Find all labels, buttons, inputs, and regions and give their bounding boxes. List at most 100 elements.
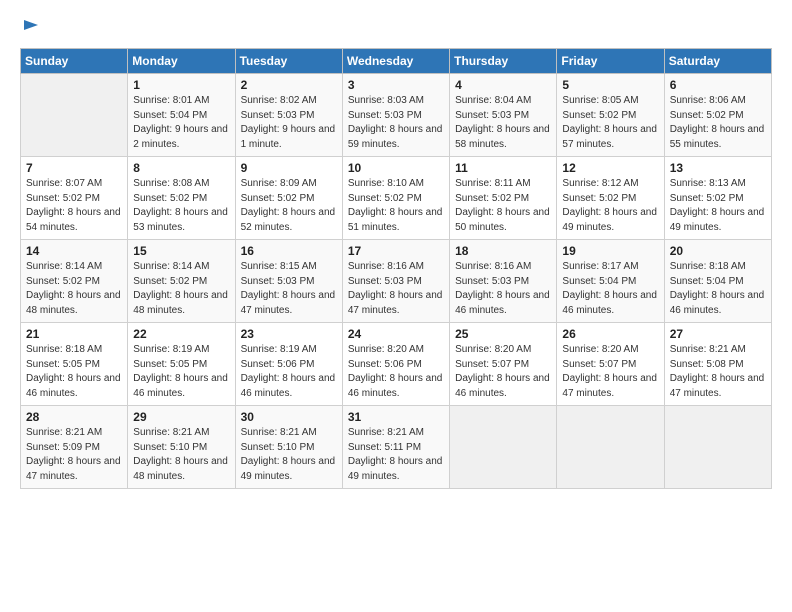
day-number: 9 <box>241 161 338 175</box>
day-detail: Sunrise: 8:21 AM Sunset: 5:10 PM Dayligh… <box>241 426 338 484</box>
day-detail: Sunrise: 8:05 AM Sunset: 5:02 PM Dayligh… <box>562 94 659 152</box>
day-detail: Sunrise: 8:21 AM Sunset: 5:09 PM Dayligh… <box>26 426 123 484</box>
day-number: 8 <box>133 161 230 175</box>
logo-flag-icon <box>22 18 40 36</box>
day-detail: Sunrise: 8:21 AM Sunset: 5:08 PM Dayligh… <box>670 343 767 401</box>
calendar-week-row: 28 Sunrise: 8:21 AM Sunset: 5:09 PM Dayli… <box>21 406 772 489</box>
calendar-cell: 19 Sunrise: 8:17 AM Sunset: 5:04 PM Dayli… <box>557 240 664 323</box>
day-number: 2 <box>241 78 338 92</box>
day-number: 20 <box>670 244 767 258</box>
calendar-week-row: 7Sunrise: 8:07 AM Sunset: 5:02 PM Daylig… <box>21 157 772 240</box>
day-detail: Sunrise: 8:16 AM Sunset: 5:03 PM Dayligh… <box>348 260 445 318</box>
day-detail: Sunrise: 8:14 AM Sunset: 5:02 PM Dayligh… <box>133 260 230 318</box>
day-detail: Sunrise: 8:20 AM Sunset: 5:07 PM Dayligh… <box>455 343 552 401</box>
calendar-cell: 21Sunrise: 8:18 AM Sunset: 5:05 PM Dayli… <box>21 323 128 406</box>
calendar-cell <box>557 406 664 489</box>
calendar-cell: 17Sunrise: 8:16 AM Sunset: 5:03 PM Dayli… <box>342 240 449 323</box>
calendar-cell: 5 Sunrise: 8:05 AM Sunset: 5:02 PM Daylig… <box>557 74 664 157</box>
day-number: 13 <box>670 161 767 175</box>
day-number: 28 <box>26 410 123 424</box>
day-detail: Sunrise: 8:17 AM Sunset: 5:04 PM Dayligh… <box>562 260 659 318</box>
calendar-page: SundayMondayTuesdayWednesdayThursdayFrid… <box>0 0 792 499</box>
day-detail: Sunrise: 8:20 AM Sunset: 5:06 PM Dayligh… <box>348 343 445 401</box>
calendar-week-row: 14 Sunrise: 8:14 AM Sunset: 5:02 PM Dayli… <box>21 240 772 323</box>
day-number: 7 <box>26 161 123 175</box>
day-detail: Sunrise: 8:18 AM Sunset: 5:05 PM Dayligh… <box>26 343 123 401</box>
logo <box>20 18 40 38</box>
calendar-cell: 13 Sunrise: 8:13 AM Sunset: 5:02 PM Dayli… <box>664 157 771 240</box>
day-number: 4 <box>455 78 552 92</box>
day-number: 24 <box>348 327 445 341</box>
day-number: 31 <box>348 410 445 424</box>
calendar-table: SundayMondayTuesdayWednesdayThursdayFrid… <box>20 48 772 489</box>
day-detail: Sunrise: 8:20 AM Sunset: 5:07 PM Dayligh… <box>562 343 659 401</box>
calendar-cell: 8Sunrise: 8:08 AM Sunset: 5:02 PM Daylig… <box>128 157 235 240</box>
day-number: 19 <box>562 244 659 258</box>
day-detail: Sunrise: 8:09 AM Sunset: 5:02 PM Dayligh… <box>241 177 338 235</box>
header-tuesday: Tuesday <box>235 49 342 74</box>
day-number: 27 <box>670 327 767 341</box>
day-number: 11 <box>455 161 552 175</box>
header-sunday: Sunday <box>21 49 128 74</box>
header-monday: Monday <box>128 49 235 74</box>
calendar-cell: 23Sunrise: 8:19 AM Sunset: 5:06 PM Dayli… <box>235 323 342 406</box>
day-number: 15 <box>133 244 230 258</box>
day-number: 1 <box>133 78 230 92</box>
day-number: 14 <box>26 244 123 258</box>
calendar-cell: 2 Sunrise: 8:02 AM Sunset: 5:03 PM Daylig… <box>235 74 342 157</box>
calendar-cell: 4 Sunrise: 8:04 AM Sunset: 5:03 PM Daylig… <box>450 74 557 157</box>
header-saturday: Saturday <box>664 49 771 74</box>
day-detail: Sunrise: 8:12 AM Sunset: 5:02 PM Dayligh… <box>562 177 659 235</box>
day-detail: Sunrise: 8:10 AM Sunset: 5:02 PM Dayligh… <box>348 177 445 235</box>
day-number: 12 <box>562 161 659 175</box>
day-detail: Sunrise: 8:19 AM Sunset: 5:05 PM Dayligh… <box>133 343 230 401</box>
calendar-cell: 28 Sunrise: 8:21 AM Sunset: 5:09 PM Dayli… <box>21 406 128 489</box>
calendar-cell: 30 Sunrise: 8:21 AM Sunset: 5:10 PM Dayli… <box>235 406 342 489</box>
day-detail: Sunrise: 8:16 AM Sunset: 5:03 PM Dayligh… <box>455 260 552 318</box>
day-detail: Sunrise: 8:21 AM Sunset: 5:10 PM Dayligh… <box>133 426 230 484</box>
day-detail: Sunrise: 8:13 AM Sunset: 5:02 PM Dayligh… <box>670 177 767 235</box>
day-number: 23 <box>241 327 338 341</box>
calendar-cell: 29 Sunrise: 8:21 AM Sunset: 5:10 PM Dayli… <box>128 406 235 489</box>
calendar-cell: 16 Sunrise: 8:15 AM Sunset: 5:03 PM Dayli… <box>235 240 342 323</box>
calendar-cell: 27 Sunrise: 8:21 AM Sunset: 5:08 PM Dayli… <box>664 323 771 406</box>
calendar-cell: 25 Sunrise: 8:20 AM Sunset: 5:07 PM Dayli… <box>450 323 557 406</box>
day-number: 22 <box>133 327 230 341</box>
calendar-cell: 12 Sunrise: 8:12 AM Sunset: 5:02 PM Dayli… <box>557 157 664 240</box>
header-friday: Friday <box>557 49 664 74</box>
calendar-cell: 20 Sunrise: 8:18 AM Sunset: 5:04 PM Dayli… <box>664 240 771 323</box>
day-detail: Sunrise: 8:15 AM Sunset: 5:03 PM Dayligh… <box>241 260 338 318</box>
day-number: 29 <box>133 410 230 424</box>
day-number: 5 <box>562 78 659 92</box>
calendar-cell: 7Sunrise: 8:07 AM Sunset: 5:02 PM Daylig… <box>21 157 128 240</box>
day-detail: Sunrise: 8:02 AM Sunset: 5:03 PM Dayligh… <box>241 94 338 152</box>
calendar-cell: 9 Sunrise: 8:09 AM Sunset: 5:02 PM Daylig… <box>235 157 342 240</box>
day-detail: Sunrise: 8:21 AM Sunset: 5:11 PM Dayligh… <box>348 426 445 484</box>
day-number: 3 <box>348 78 445 92</box>
header-area <box>20 18 772 38</box>
day-number: 30 <box>241 410 338 424</box>
day-number: 26 <box>562 327 659 341</box>
day-detail: Sunrise: 8:14 AM Sunset: 5:02 PM Dayligh… <box>26 260 123 318</box>
day-detail: Sunrise: 8:03 AM Sunset: 5:03 PM Dayligh… <box>348 94 445 152</box>
calendar-week-row: 21Sunrise: 8:18 AM Sunset: 5:05 PM Dayli… <box>21 323 772 406</box>
calendar-cell: 10Sunrise: 8:10 AM Sunset: 5:02 PM Dayli… <box>342 157 449 240</box>
calendar-cell <box>450 406 557 489</box>
day-number: 18 <box>455 244 552 258</box>
day-number: 16 <box>241 244 338 258</box>
calendar-cell: 22 Sunrise: 8:19 AM Sunset: 5:05 PM Dayli… <box>128 323 235 406</box>
calendar-cell: 1 Sunrise: 8:01 AM Sunset: 5:04 PM Daylig… <box>128 74 235 157</box>
calendar-cell: 24 Sunrise: 8:20 AM Sunset: 5:06 PM Dayli… <box>342 323 449 406</box>
calendar-cell: 26 Sunrise: 8:20 AM Sunset: 5:07 PM Dayli… <box>557 323 664 406</box>
calendar-cell: 6Sunrise: 8:06 AM Sunset: 5:02 PM Daylig… <box>664 74 771 157</box>
header-wednesday: Wednesday <box>342 49 449 74</box>
header-thursday: Thursday <box>450 49 557 74</box>
day-detail: Sunrise: 8:01 AM Sunset: 5:04 PM Dayligh… <box>133 94 230 152</box>
calendar-cell: 15 Sunrise: 8:14 AM Sunset: 5:02 PM Dayli… <box>128 240 235 323</box>
calendar-cell <box>664 406 771 489</box>
day-detail: Sunrise: 8:04 AM Sunset: 5:03 PM Dayligh… <box>455 94 552 152</box>
day-detail: Sunrise: 8:18 AM Sunset: 5:04 PM Dayligh… <box>670 260 767 318</box>
calendar-cell: 3 Sunrise: 8:03 AM Sunset: 5:03 PM Daylig… <box>342 74 449 157</box>
calendar-cell: 14 Sunrise: 8:14 AM Sunset: 5:02 PM Dayli… <box>21 240 128 323</box>
day-number: 25 <box>455 327 552 341</box>
